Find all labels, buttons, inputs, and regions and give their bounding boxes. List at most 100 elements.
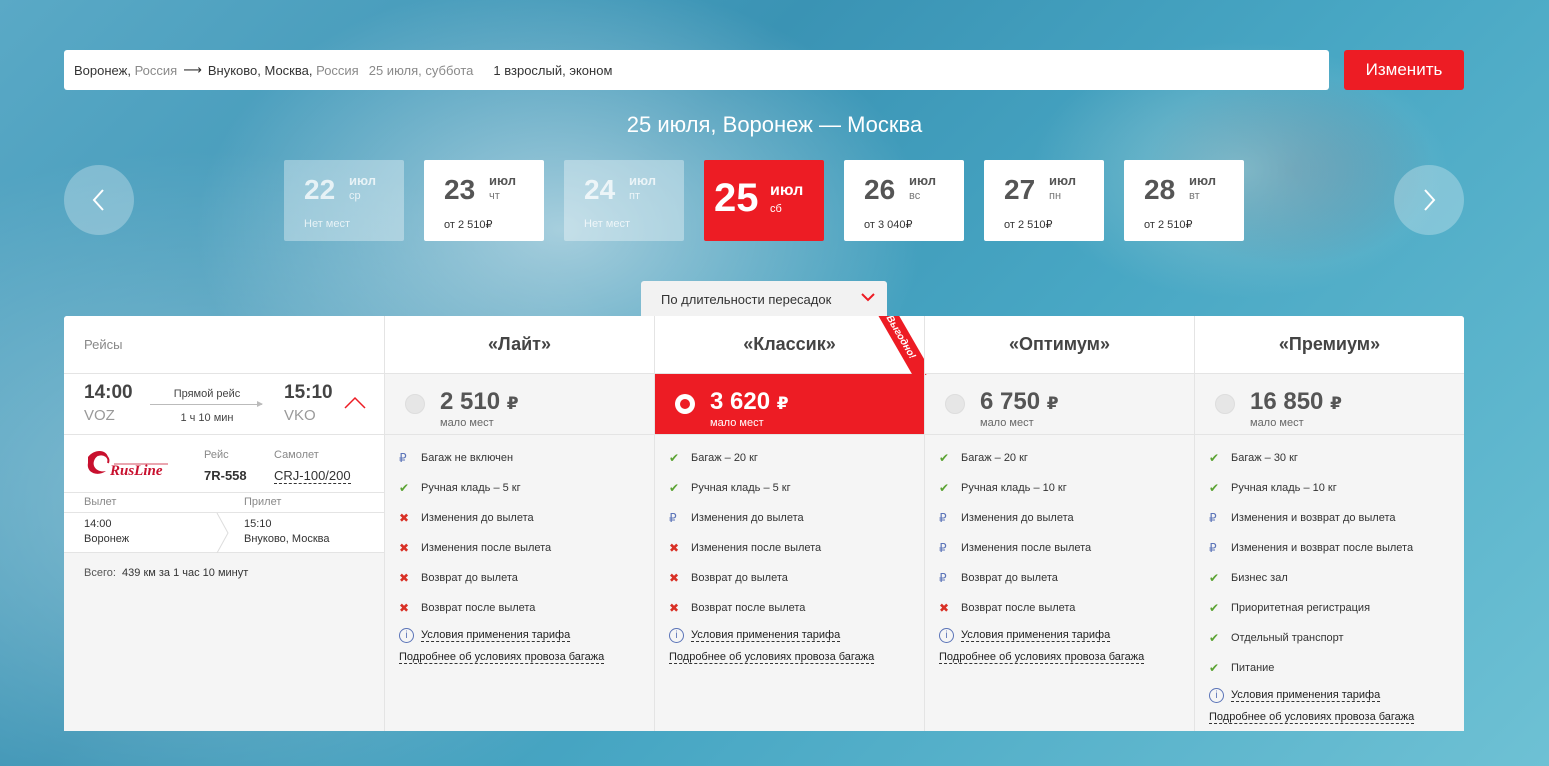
aircraft-label: Самолет [274, 449, 319, 461]
ruble-fee-icon: ₽ [939, 541, 947, 555]
feature-item: ✔ Ручная кладь – 10 кг [939, 473, 1194, 503]
feature-item: ✔ Багаж – 30 кг [1209, 443, 1464, 473]
feature-text: Ручная кладь – 5 кг [421, 482, 521, 494]
feature-item: ₽ Изменения после вылета [939, 533, 1194, 563]
date-month: июл [770, 182, 804, 199]
check-icon: ✔ [939, 481, 950, 495]
feature-text: Ручная кладь – 10 кг [1231, 482, 1337, 494]
date-month: июл [909, 173, 937, 188]
flight-summary[interactable]: 14:00 VOZ Прямой рейс 1 ч 10 мин 15:10 V… [64, 374, 384, 435]
feature-text: Изменения до вылета [691, 512, 804, 524]
tariff-name: «Премиум» [1195, 316, 1464, 374]
flights-column: Рейсы 14:00 VOZ Прямой рейс 1 ч 10 мин 1… [64, 316, 384, 731]
departure-code: VOZ [84, 407, 115, 424]
date-weekday: вт [1189, 190, 1200, 202]
check-icon: ✔ [1209, 601, 1220, 615]
aircraft-link[interactable]: CRJ-100/200 [274, 468, 351, 484]
tariff-column: «Лайт» 2 510 ₽ мало мест ₽ Багаж не включен ✔… [384, 316, 654, 731]
few-seats-label: мало мест [1250, 417, 1304, 429]
ruble-fee-icon: ₽ [1209, 511, 1217, 525]
cross-icon: ✖ [399, 511, 410, 525]
date-day: 27 [1004, 174, 1036, 205]
tariff-price: 3 620 ₽ [710, 388, 789, 416]
check-icon: ✔ [1209, 451, 1220, 465]
tariff-radio[interactable] [405, 394, 425, 414]
tariff-radio[interactable] [945, 394, 965, 414]
check-icon: ✔ [1209, 571, 1220, 585]
baggage-conditions-link[interactable]: Подробнее об условиях провоза багажа [1209, 711, 1415, 724]
cross-icon: ✖ [669, 541, 680, 555]
feature-text: Возврат до вылета [961, 572, 1058, 584]
tariff-price-option[interactable]: 3 620 ₽ мало мест [655, 374, 924, 435]
next-dates-button[interactable] [1394, 165, 1464, 235]
currency-sign: ₽ [776, 394, 789, 413]
feature-item: ✖ Изменения до вылета [399, 503, 654, 533]
feature-text: Ручная кладь – 10 кг [961, 482, 1067, 494]
date-card-26[interactable]: 26 июл вс от 3 040₽ [844, 160, 964, 241]
feature-text: Багаж – 20 кг [961, 452, 1028, 464]
tariff-conditions-link[interactable]: i Условия применения тарифа [399, 625, 654, 645]
info-icon: i [1209, 687, 1224, 703]
feature-text: Питание [1231, 662, 1275, 674]
tariff-conditions-link[interactable]: i Условия применения тарифа [669, 625, 924, 645]
date-day: 23 [444, 174, 476, 205]
tariff-radio[interactable] [1215, 394, 1235, 414]
tariff-conditions-text: Условия применения тарифа [961, 628, 1111, 642]
baggage-conditions-link[interactable]: Подробнее об условиях провоза багажа [939, 651, 1145, 664]
tariff-features: ✔ Багаж – 20 кг ✔ Ручная кладь – 10 кг ₽ Изме… [925, 435, 1194, 665]
feature-text: Багаж – 30 кг [1231, 452, 1298, 464]
date-card-23[interactable]: 23 июл чт от 2 510₽ [424, 160, 544, 241]
tariff-features: ✔ Багаж – 20 кг ✔ Ручная кладь – 5 кг ₽ Измен… [655, 435, 924, 665]
tariff-price: 2 510 ₽ [440, 388, 519, 416]
route-title: 25 июля, Воронеж — Москва [626, 112, 923, 137]
feature-item: ✔ Ручная кладь – 10 кг [1209, 473, 1464, 503]
feature-text: Возврат до вылета [691, 572, 788, 584]
prev-dates-button[interactable] [64, 165, 134, 235]
tariff-price-option[interactable]: 2 510 ₽ мало мест [385, 374, 654, 435]
check-icon: ✔ [399, 481, 410, 495]
search-summary-bar[interactable]: Воронеж, Россия ⟶ Внуково, Москва, Росси… [64, 50, 1329, 90]
date-weekday: пн [1049, 190, 1062, 202]
feature-item: ✖ Возврат до вылета [399, 563, 654, 593]
total-label: Всего: [84, 567, 116, 579]
date-card-24: 24 июл пт Нет мест [564, 160, 684, 241]
chevron-up-icon[interactable] [344, 396, 366, 410]
chevron-down-icon [861, 293, 875, 302]
baggage-conditions-link[interactable]: Подробнее об условиях провоза багажа [399, 651, 605, 664]
feature-item: ✖ Возврат после вылета [939, 593, 1194, 623]
date-price: Нет мест [584, 218, 631, 230]
date-price: от 2 510₽ [1004, 219, 1053, 231]
feature-text: Возврат после вылета [961, 602, 1076, 614]
info-icon: i [939, 627, 954, 643]
tariff-radio[interactable] [675, 394, 695, 414]
tariff-conditions-text: Условия применения тарифа [1231, 688, 1381, 702]
tariff-column: «Оптимум» 6 750 ₽ мало мест ✔ Багаж – 20 кг ✔… [924, 316, 1194, 731]
tariff-features: ₽ Багаж не включен ✔ Ручная кладь – 5 кг ✖ Из… [385, 435, 654, 665]
date-weekday: чт [489, 190, 500, 202]
price-amount: 2 510 [440, 388, 501, 415]
feature-item: ✔ Багаж – 20 кг [939, 443, 1194, 473]
tariff-price-option[interactable]: 6 750 ₽ мало мест [925, 374, 1194, 435]
change-search-button[interactable]: Изменить [1344, 50, 1464, 90]
date-card-25[interactable]: 25 июл сб [704, 160, 824, 241]
tariff-conditions-link[interactable]: i Условия применения тарифа [1209, 685, 1464, 705]
tariff-price-option[interactable]: 16 850 ₽ мало мест [1195, 374, 1464, 435]
tariff-conditions-link[interactable]: i Условия применения тарифа [939, 625, 1194, 645]
date-card-27[interactable]: 27 июл пн от 2 510₽ [984, 160, 1104, 241]
feature-text: Приоритетная регистрация [1231, 602, 1371, 614]
feature-text: Возврат после вылета [691, 602, 806, 614]
feature-text: Изменения и возврат до вылета [1231, 512, 1396, 524]
fares-table: Рейсы 14:00 VOZ Прямой рейс 1 ч 10 мин 1… [64, 316, 1464, 731]
date-card-28[interactable]: 28 июл вт от 2 510₽ [1124, 160, 1244, 241]
sort-dropdown[interactable]: По длительности пересадок [641, 281, 887, 317]
feature-text: Возврат после вылета [421, 602, 536, 614]
feature-item: ✔ Ручная кладь – 5 кг [399, 473, 654, 503]
date-price: Нет мест [304, 218, 351, 230]
baggage-conditions-link[interactable]: Подробнее об условиях провоза багажа [669, 651, 875, 664]
date-day: 24 [584, 174, 616, 205]
feature-item: ₽ Изменения и возврат до вылета [1209, 503, 1464, 533]
airline-name: RusLine [109, 463, 163, 479]
date-weekday: ср [349, 190, 361, 202]
feature-text: Возврат до вылета [421, 572, 518, 584]
feature-text: Багаж не включен [421, 452, 514, 464]
